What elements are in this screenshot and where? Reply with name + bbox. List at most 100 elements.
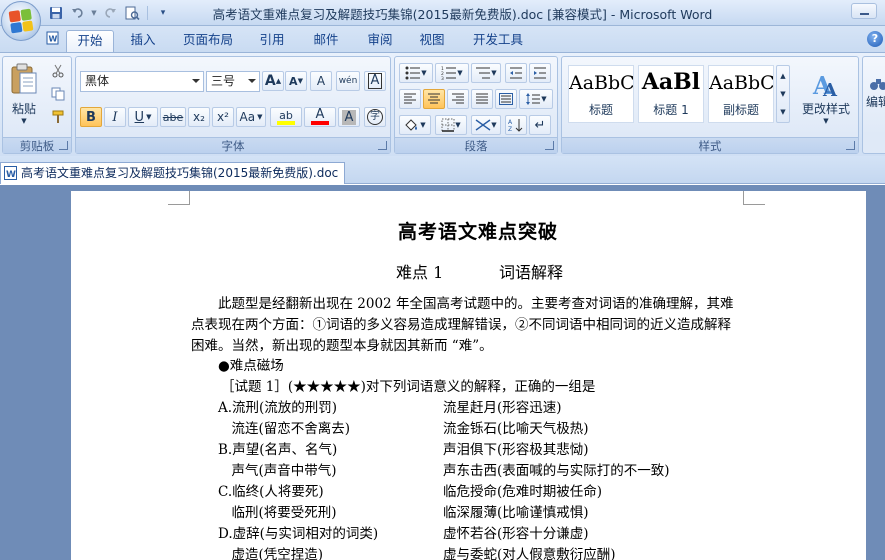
align-left-button[interactable] <box>399 89 421 109</box>
change-styles-label: 更改样式 <box>801 101 850 116</box>
change-styles-icon: A A <box>812 71 838 100</box>
subscript-button[interactable]: x₂ <box>188 107 210 127</box>
char-border-icon: A <box>367 73 383 89</box>
bold-button[interactable]: B <box>80 107 102 127</box>
tab-mailings[interactable]: 邮件 <box>306 30 346 52</box>
margin-corner-top-right <box>743 191 765 205</box>
increase-indent-icon <box>534 67 546 79</box>
chinese-layout-button[interactable]: ▼ <box>471 115 501 135</box>
doc-title: 高考语文难点突破 <box>398 221 559 243</box>
change-styles-dropdown-icon: ▼ <box>823 116 829 125</box>
styles-group-label: 样式 <box>562 137 858 153</box>
document-page[interactable]: 高考语文难点突破 难点 1 词语解释 此题型是经翻新出现在 2002 年全国高考… <box>71 191 866 560</box>
editing-group: 编辑 <box>862 56 885 154</box>
grow-font-button[interactable]: A ▲ <box>262 71 284 91</box>
clipboard-launcher-icon[interactable] <box>59 141 68 150</box>
sort-button[interactable]: AZ <box>505 115 527 135</box>
cut-button[interactable] <box>47 61 69 81</box>
clear-format-button[interactable]: A <box>310 71 332 91</box>
multilevel-list-button[interactable]: ▼ <box>471 63 501 83</box>
styles-scroll[interactable]: ▲ ▼ ▼ <box>776 65 790 123</box>
paragraph-group: ▼ 1 2 3 ▼ ▼ ▼ ▼ ▼ ▼ A Z ↵ 段落 <box>394 56 558 154</box>
style-title[interactable]: AaBbC 标题 <box>568 65 634 123</box>
borders-button[interactable]: ▼ <box>435 115 467 135</box>
align-right-button[interactable] <box>447 89 469 109</box>
option-left: A.流刑(流放的刑罚) <box>218 400 338 416</box>
ribbon-tab-row: W 开始 插入 页面布局 引用 邮件 审阅 视图 开发工具 <box>0 26 885 52</box>
increase-indent-button[interactable] <box>529 63 551 83</box>
change-styles-button[interactable]: A A 更改样式 ▼ <box>796 61 856 133</box>
styles-down-icon: ▼ <box>780 90 786 98</box>
justify-button[interactable] <box>471 89 493 109</box>
paste-label: 粘贴 <box>11 101 36 116</box>
style-subtitle[interactable]: AaBbC 副标题 <box>708 65 774 123</box>
clipboard-group: 粘贴 ▼ 剪贴板 <box>2 56 72 154</box>
underline-button[interactable]: U ▼ <box>128 107 158 127</box>
tab-developer[interactable]: 开发工具 <box>466 30 530 52</box>
tab-insert[interactable]: 插入 <box>122 30 164 52</box>
option-left: D.虚辞(与实词相对的词类) <box>218 526 379 542</box>
document-tab[interactable]: 高考语文重难点复习及解题技巧集锦(2015最新免费版).doc <box>0 162 345 185</box>
scissors-icon <box>52 64 64 78</box>
italic-button[interactable]: I <box>104 107 126 127</box>
enclose-char-button[interactable]: 字 <box>364 107 386 127</box>
align-right-icon <box>452 93 464 104</box>
font-launcher-icon[interactable] <box>378 141 387 150</box>
numbering-button[interactable]: 1 2 3 ▼ <box>435 63 469 83</box>
highlight-button[interactable]: ab <box>270 107 302 127</box>
char-border-button[interactable]: A <box>364 71 386 91</box>
distributed-icon <box>499 93 513 105</box>
tab-home[interactable]: 开始 <box>66 30 114 52</box>
font-size-combo[interactable]: 三号 <box>206 71 260 92</box>
tab-page-layout[interactable]: 页面布局 <box>176 30 240 52</box>
svg-text:3: 3 <box>441 76 444 80</box>
shading-button[interactable]: ▼ <box>399 115 431 135</box>
tab-view[interactable]: 视图 <box>412 30 452 52</box>
font-name-combo[interactable]: 黑体 <box>80 71 204 92</box>
doc-question: ［试题 1］(★★★★★)对下列词语意义的解释，正确的一组是 <box>221 379 596 395</box>
align-center-button[interactable] <box>423 89 445 109</box>
ribbon: 粘贴 ▼ 剪贴板 黑体 三号 A ▲ A ▼ A wén A B I U ▼ a… <box>0 52 885 156</box>
change-case-button[interactable]: Aa ▼ <box>236 107 266 127</box>
style-heading1[interactable]: AaBl 标题 1 <box>638 65 704 123</box>
line-spacing-icon <box>526 93 541 105</box>
font-color-button[interactable]: A <box>304 107 336 127</box>
styles-launcher-icon[interactable] <box>846 141 855 150</box>
underline-icon: U <box>134 109 145 125</box>
document-area[interactable]: 高考语文难点突破 难点 1 词语解释 此题型是经翻新出现在 2002 年全国高考… <box>0 185 885 560</box>
tab-review[interactable]: 审阅 <box>360 30 400 52</box>
office-button[interactable] <box>1 1 41 41</box>
char-shading-button[interactable]: A <box>338 107 360 127</box>
chinese-layout-icon <box>475 119 491 131</box>
option-left: 临刑(将要受死刑) <box>218 505 337 521</box>
help-icon[interactable]: ? <box>867 31 883 47</box>
paste-button[interactable]: 粘贴 ▼ <box>5 59 43 127</box>
paragraph-launcher-icon[interactable] <box>545 141 554 150</box>
superscript-button[interactable]: x² <box>212 107 234 127</box>
option-right: 临深履薄(比喻谨慎戒惧) <box>443 505 589 521</box>
paint-bucket-icon <box>405 119 418 131</box>
style-subtitle-name: 副标题 <box>722 103 759 117</box>
strikethrough-button[interactable]: abe <box>160 107 186 127</box>
phonetic-guide-button[interactable]: wén <box>336 71 360 91</box>
styles-group: AaBbC 标题 AaBl 标题 1 AaBbC 副标题 ▲ ▼ ▼ A A 更… <box>561 56 859 154</box>
copy-button[interactable] <box>47 84 69 104</box>
minimize-button[interactable] <box>851 3 877 19</box>
doc-paragraph-line: 困难。当然，新出现的题型本身就因其新而 “难”。 <box>191 338 493 354</box>
tab-references[interactable]: 引用 <box>252 30 292 52</box>
superscript-icon: x² <box>217 110 229 124</box>
line-spacing-button[interactable]: ▼ <box>519 89 553 109</box>
shrink-font-button[interactable]: A ▼ <box>285 71 307 91</box>
svg-text:A: A <box>508 119 513 126</box>
editing-button[interactable]: 编辑 <box>865 61 885 121</box>
show-marks-button[interactable]: ↵ <box>529 115 551 135</box>
format-painter-icon <box>52 110 64 123</box>
document-tab-name: 高考语文重难点复习及解题技巧集锦(2015最新免费版).doc <box>21 166 339 180</box>
bullets-button[interactable]: ▼ <box>399 63 433 83</box>
distributed-button[interactable] <box>495 89 517 109</box>
align-center-icon <box>428 93 440 104</box>
decrease-indent-button[interactable] <box>505 63 527 83</box>
format-painter-button[interactable] <box>47 107 69 127</box>
font-size-dropdown-icon <box>248 79 256 83</box>
font-color-icon: A <box>315 107 325 122</box>
